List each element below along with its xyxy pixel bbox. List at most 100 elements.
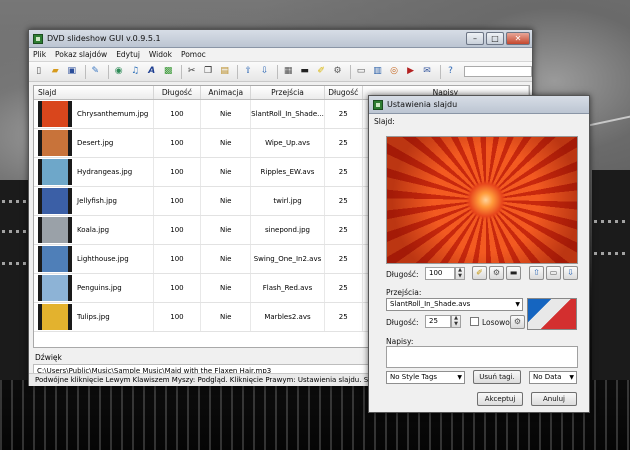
transition-cell[interactable]: SlantRoll_In_Shade...: [251, 100, 325, 128]
new-icon[interactable]: ▯: [32, 65, 46, 79]
duration-cell[interactable]: 100: [154, 187, 202, 215]
animation-cell[interactable]: Nie: [201, 303, 252, 331]
menu-file[interactable]: Plik: [33, 50, 46, 59]
slide-name-cell[interactable]: Tulips.jpg: [34, 303, 154, 331]
duration-spinner[interactable]: 100 ▲ ▼: [425, 267, 465, 280]
trans-duration-cell[interactable]: 25: [325, 216, 363, 244]
help-icon[interactable]: ?: [444, 65, 458, 79]
maximize-button[interactable]: □: [486, 32, 504, 45]
animation-cell[interactable]: Nie: [201, 129, 252, 157]
slide-name-cell[interactable]: Chrysanthemum.jpg: [34, 100, 154, 128]
animation-cell[interactable]: Nie: [201, 216, 252, 244]
remove-tags-button[interactable]: Usuń tagi.: [473, 370, 521, 384]
slide-thumbnail: [38, 130, 72, 156]
animation-cell[interactable]: Nie: [201, 274, 252, 302]
burn-icon[interactable]: ◉: [112, 65, 126, 79]
transition-cell[interactable]: sinepond.jpg: [251, 216, 325, 244]
trans-duration-cell[interactable]: 25: [325, 100, 363, 128]
random-checkbox[interactable]: [470, 317, 479, 326]
move-up-icon[interactable]: ⇧: [241, 65, 255, 79]
tools-icon[interactable]: ✎: [88, 65, 102, 79]
minimize-button[interactable]: –: [466, 32, 484, 45]
transition-cell[interactable]: twirl.jpg: [251, 187, 325, 215]
duration-cell[interactable]: 100: [154, 274, 202, 302]
film-icon[interactable]: ▬: [298, 65, 312, 79]
trans-duration-label: Długość:: [386, 318, 419, 327]
slide-name-cell[interactable]: Jellyfish.jpg: [34, 187, 154, 215]
duration-cell[interactable]: 100: [154, 216, 202, 244]
slide-name-cell[interactable]: Penguins.jpg: [34, 274, 154, 302]
image-icon[interactable]: ▩: [161, 65, 175, 79]
slide-name-cell[interactable]: Desert.jpg: [34, 129, 154, 157]
main-titlebar[interactable]: DVD slideshow GUI v.0.9.5.1 – □ ✕: [29, 30, 532, 48]
crop-icon[interactable]: ⚙: [489, 266, 504, 280]
menu-view[interactable]: Widok: [149, 50, 172, 59]
cut-icon[interactable]: ✂: [185, 65, 199, 79]
audio-icon[interactable]: ♫: [128, 65, 142, 79]
accept-button[interactable]: Akceptuj: [477, 392, 523, 406]
copy-icon[interactable]: ❐: [201, 65, 215, 79]
settings-icon[interactable]: ▦: [281, 65, 295, 79]
trans-duration-cell[interactable]: 25: [325, 129, 363, 157]
duration-cell[interactable]: 100: [154, 245, 202, 273]
animation-cell[interactable]: Nie: [201, 100, 252, 128]
text-icon[interactable]: A: [145, 65, 159, 79]
trans-duration-cell[interactable]: 25: [325, 187, 363, 215]
pencil-icon[interactable]: ✐: [314, 65, 328, 79]
slide-name-cell[interactable]: Koala.jpg: [34, 216, 154, 244]
animation-cell[interactable]: Nie: [201, 245, 252, 273]
preview-slide-icon[interactable]: ▭: [546, 266, 561, 280]
duration-spin-arrows[interactable]: ▲ ▼: [455, 267, 465, 280]
trans-duration-cell[interactable]: 25: [325, 274, 363, 302]
trans-duration-cell[interactable]: 25: [325, 245, 363, 273]
style-tags-select[interactable]: No Style Tags ▼: [386, 371, 465, 384]
data-select[interactable]: No Data ▼: [529, 371, 577, 384]
trans-duration-cell[interactable]: 25: [325, 158, 363, 186]
email-icon[interactable]: ✉: [420, 65, 434, 79]
captions-textarea[interactable]: [386, 346, 578, 368]
transition-select[interactable]: SlantRoll_In_Shade.avs ▼: [386, 298, 523, 311]
edit-pencil-icon[interactable]: ✐: [472, 266, 487, 280]
random-label: Losowo: [482, 318, 510, 327]
col-transitions[interactable]: Przejścia: [251, 86, 325, 99]
duration-cell[interactable]: 100: [154, 100, 202, 128]
save-icon[interactable]: ▣: [65, 65, 79, 79]
trans-duration-spinner[interactable]: 25 ▲ ▼: [425, 315, 461, 328]
duration-cell[interactable]: 100: [154, 303, 202, 331]
col-trans-duration[interactable]: Długość: [325, 86, 363, 99]
paste-icon[interactable]: ▤: [218, 65, 232, 79]
cancel-button[interactable]: Anuluj: [531, 392, 577, 406]
transition-cell[interactable]: Marbles2.avs: [251, 303, 325, 331]
youtube-icon[interactable]: ▶: [404, 65, 418, 79]
transition-settings-icon[interactable]: ⚙: [510, 315, 525, 329]
transition-cell[interactable]: Swing_One_In2.avs: [251, 245, 325, 273]
preview-icon[interactable]: ▭: [354, 65, 368, 79]
col-duration[interactable]: Długość: [154, 86, 202, 99]
menu-slideshow[interactable]: Pokaz slajdów: [55, 50, 107, 59]
disc-icon[interactable]: ◎: [387, 65, 401, 79]
transition-cell[interactable]: Wipe_Up.avs: [251, 129, 325, 157]
animation-cell[interactable]: Nie: [201, 158, 252, 186]
dialog-titlebar[interactable]: Ustawienia slajdu: [369, 96, 589, 114]
transition-cell[interactable]: Ripples_EW.avs: [251, 158, 325, 186]
duration-cell[interactable]: 100: [154, 158, 202, 186]
col-animation[interactable]: Animacja: [201, 86, 252, 99]
move-down-icon[interactable]: ⇩: [258, 65, 272, 79]
prev-slide-icon[interactable]: ⇧: [529, 266, 544, 280]
duration-cell[interactable]: 100: [154, 129, 202, 157]
film-strip-icon[interactable]: ▬: [506, 266, 521, 280]
menu-edit[interactable]: Edytuj: [116, 50, 140, 59]
animation-cell[interactable]: Nie: [201, 187, 252, 215]
slide-name-cell[interactable]: Hydrangeas.jpg: [34, 158, 154, 186]
slide-name-cell[interactable]: Lighthouse.jpg: [34, 245, 154, 273]
trans-spin-arrows[interactable]: ▲ ▼: [451, 315, 461, 328]
menu-help[interactable]: Pomoc: [181, 50, 206, 59]
trans-duration-cell[interactable]: 25: [325, 303, 363, 331]
transition-icon[interactable]: ⚙: [331, 65, 345, 79]
transition-cell[interactable]: Flash_Red.avs: [251, 274, 325, 302]
col-slide[interactable]: Slajd: [34, 86, 154, 99]
dvd-icon[interactable]: ▥: [371, 65, 385, 79]
next-slide-icon[interactable]: ⇩: [563, 266, 578, 280]
close-button[interactable]: ✕: [506, 32, 530, 45]
open-folder-icon[interactable]: ▰: [49, 65, 63, 79]
